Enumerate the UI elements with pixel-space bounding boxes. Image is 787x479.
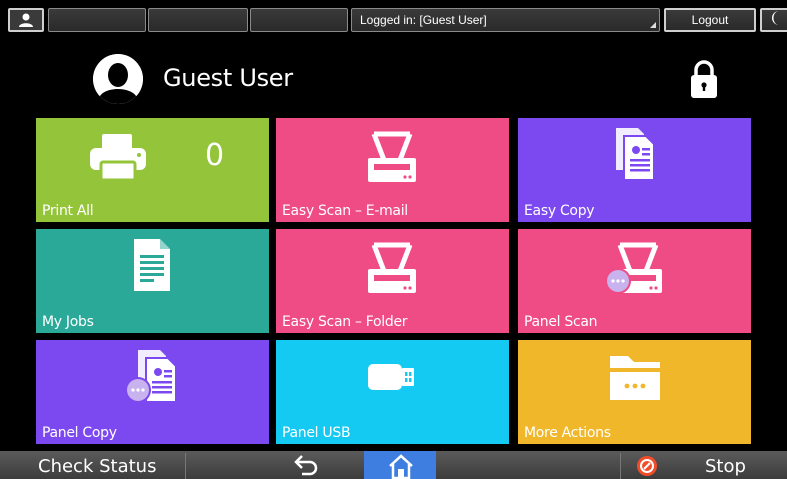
user-menu-button[interactable] <box>8 8 44 32</box>
printer-icon <box>90 134 146 182</box>
folder-icon <box>610 356 660 400</box>
tile-panel-scan[interactable]: Panel Scan <box>518 229 751 333</box>
usb-icon <box>368 364 414 390</box>
back-arrow-icon[interactable] <box>292 454 320 478</box>
divider <box>620 453 621 479</box>
home-button[interactable] <box>364 451 436 479</box>
bottom-nav-bar: Check Status Stop <box>0 451 787 479</box>
tile-more-actions[interactable]: More Actions <box>518 340 751 444</box>
home-icon <box>389 454 413 479</box>
sleep-button[interactable] <box>760 8 787 32</box>
copy-more-icon <box>125 350 177 403</box>
top-status-bar: Logged in: [Guest User] Logout <box>0 0 787 38</box>
check-status-button[interactable]: Check Status <box>0 451 185 479</box>
document-icon <box>134 239 170 291</box>
tile-label: Easy Scan – Folder <box>282 314 408 330</box>
tile-label: Easy Scan – E-mail <box>282 203 408 219</box>
tile-my-jobs[interactable]: My Jobs <box>36 229 269 333</box>
username-label: Guest User <box>163 64 293 92</box>
tile-label: More Actions <box>524 425 611 441</box>
status-slot-1 <box>48 8 146 32</box>
user-avatar-icon <box>93 54 143 104</box>
status-slot-2 <box>148 8 248 32</box>
tile-easy-copy[interactable]: Easy Copy <box>518 118 751 222</box>
copy-document-icon <box>616 128 655 181</box>
tile-easy-scan-folder[interactable]: Easy Scan – Folder <box>276 229 509 333</box>
scanner-icon <box>368 242 416 293</box>
tile-label: Panel Scan <box>524 314 598 330</box>
stop-icon[interactable] <box>637 456 657 476</box>
tile-easy-scan-email[interactable]: Easy Scan – E-mail <box>276 118 509 222</box>
tile-label: Easy Copy <box>524 203 595 219</box>
tile-label: Panel Copy <box>42 425 117 441</box>
status-slot-3 <box>250 8 348 32</box>
tile-print-all[interactable]: 0 Print All <box>36 118 269 222</box>
resize-corner-icon <box>650 22 656 28</box>
stop-button[interactable]: Stop <box>705 451 746 479</box>
lock-icon[interactable] <box>690 59 718 99</box>
print-job-count: 0 <box>205 138 225 173</box>
tile-label: Print All <box>42 203 94 219</box>
tile-panel-copy[interactable]: Panel Copy <box>36 340 269 444</box>
scanner-icon <box>368 131 416 182</box>
moon-icon <box>772 11 779 25</box>
logout-button[interactable]: Logout <box>664 8 756 32</box>
tile-label: My Jobs <box>42 314 94 330</box>
tile-label: Panel USB <box>282 425 351 441</box>
logged-in-text: Logged in: [Guest User] <box>360 13 487 27</box>
tile-panel-usb[interactable]: Panel USB <box>276 340 509 444</box>
divider <box>185 453 186 479</box>
scanner-more-icon <box>605 242 662 294</box>
logged-in-status[interactable]: Logged in: [Guest User] <box>351 8 660 32</box>
user-icon <box>19 13 33 27</box>
